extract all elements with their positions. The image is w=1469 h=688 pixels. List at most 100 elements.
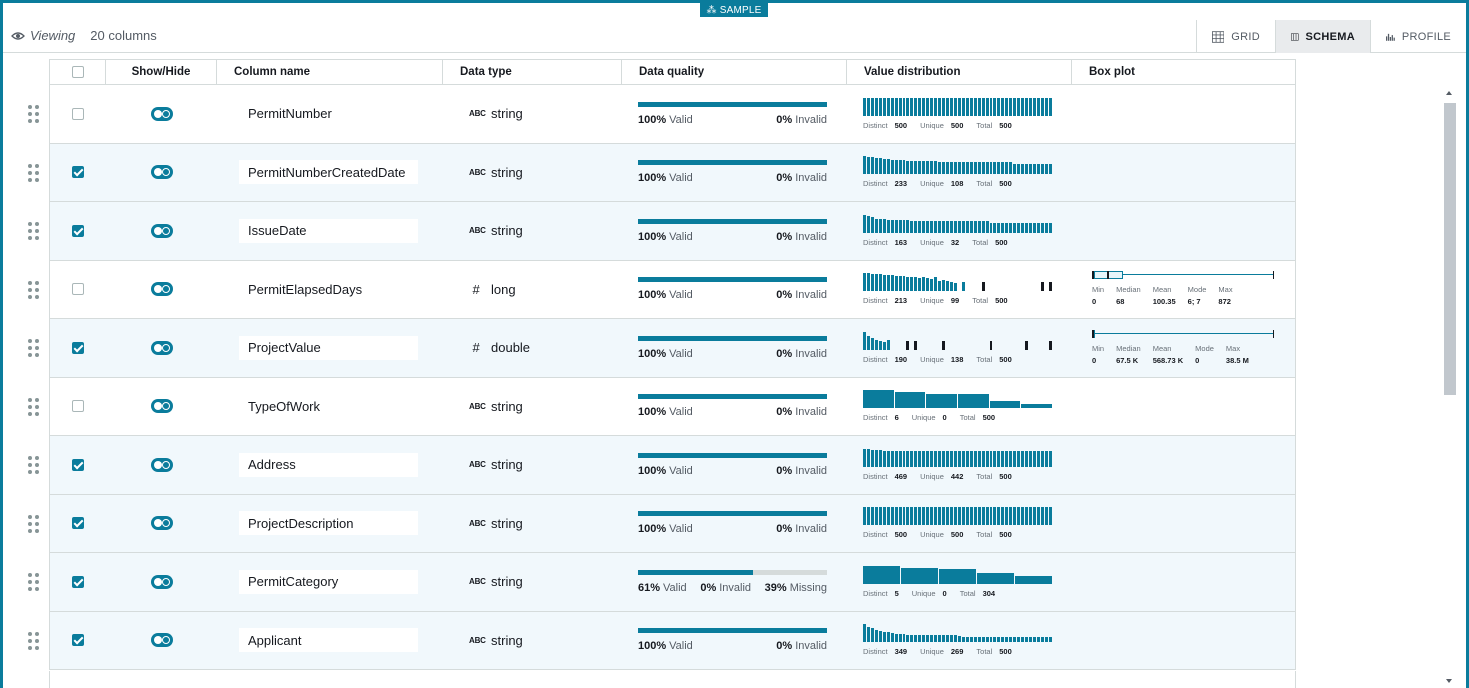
drag-handle-icon[interactable] (28, 631, 39, 650)
histogram-bar (997, 450, 1001, 467)
data-quality-cell: 100% Valid 0% Invalid (622, 261, 847, 319)
distribution-histogram[interactable] (863, 273, 1052, 292)
visibility-toggle[interactable] (150, 340, 173, 355)
tab-schema[interactable]: SCHEMA (1275, 20, 1370, 53)
distribution-histogram[interactable] (863, 97, 1052, 116)
histogram-bar (953, 97, 957, 116)
column-name-input[interactable]: PermitNumberCreatedDate (239, 160, 418, 185)
distribution-histogram[interactable] (863, 156, 1052, 175)
visibility-toggle[interactable] (150, 457, 173, 472)
visibility-toggle[interactable] (150, 106, 173, 121)
data-type-cell[interactable]: ABC string (443, 553, 622, 611)
row-select-cell (50, 495, 106, 553)
column-name-input[interactable]: ProjectValue (239, 335, 418, 360)
visibility-toggle[interactable] (150, 633, 173, 648)
header-value-distribution[interactable]: Value distribution (847, 60, 1072, 84)
histogram-bar (1017, 164, 1021, 175)
drag-handle-icon[interactable] (28, 105, 39, 123)
row-checkbox[interactable] (72, 341, 84, 354)
drag-handle-icon[interactable] (28, 514, 39, 533)
drag-handle-icon[interactable] (28, 222, 39, 240)
histogram-bar (886, 97, 890, 116)
select-all-checkbox[interactable] (71, 66, 84, 78)
scroll-down-arrow-icon[interactable] (1446, 679, 1452, 683)
row-checkbox[interactable] (72, 166, 84, 179)
column-name-input[interactable]: PermitElapsedDays (239, 277, 418, 302)
data-type-cell[interactable]: # double (443, 319, 622, 377)
histogram-bar (863, 214, 866, 233)
scroll-up-arrow-icon[interactable] (1446, 91, 1452, 95)
data-type-cell[interactable]: ABC string (443, 495, 622, 553)
row-checkbox[interactable] (72, 634, 84, 647)
data-type-cell[interactable]: ABC string (443, 612, 622, 670)
row-checkbox[interactable] (72, 517, 84, 530)
histogram-bar (874, 339, 878, 350)
header-data-quality[interactable]: Data quality (622, 60, 847, 84)
histogram-bar (1025, 97, 1029, 116)
visibility-toggle[interactable] (150, 223, 173, 238)
string-type-icon: ABC (469, 167, 486, 177)
data-type-cell[interactable]: # long (443, 261, 622, 319)
drag-handle-icon[interactable] (28, 573, 39, 591)
column-name-input[interactable]: PermitCategory (239, 569, 418, 594)
drag-handle-icon[interactable] (28, 163, 39, 182)
header-show-hide[interactable]: Show/Hide (106, 60, 217, 84)
drag-handle-icon[interactable] (28, 339, 39, 357)
visibility-toggle[interactable] (150, 282, 173, 297)
data-type-cell[interactable]: ABC string (443, 202, 622, 260)
visibility-toggle[interactable] (150, 399, 173, 414)
box-plot[interactable] (1092, 329, 1274, 338)
column-name-input[interactable]: Applicant (239, 628, 418, 653)
data-type-cell[interactable]: ABC string (443, 85, 622, 143)
row-checkbox[interactable] (72, 458, 84, 471)
string-type-icon: ABC (469, 577, 486, 587)
histogram-bar (926, 450, 930, 467)
data-quality-cell: 100% Valid 0% Invalid (622, 202, 847, 260)
distribution-histogram[interactable] (863, 390, 1053, 409)
visibility-toggle[interactable] (150, 516, 173, 531)
histogram-bar (902, 276, 906, 292)
histogram-bar (890, 160, 894, 175)
row-checkbox[interactable] (72, 575, 84, 588)
distribution-histogram[interactable] (863, 565, 1052, 584)
box-plot[interactable] (1092, 271, 1274, 280)
header-box-plot[interactable]: Box plot (1072, 60, 1295, 84)
histogram-bar (1021, 164, 1025, 175)
vertical-scrollbar[interactable] (1444, 89, 1456, 685)
histogram-bar (946, 281, 949, 292)
column-name-input[interactable]: Address (239, 452, 418, 477)
column-name-input[interactable]: PermitNumber (239, 101, 418, 126)
drag-handle-icon[interactable] (28, 397, 39, 416)
tab-grid[interactable]: GRID (1196, 20, 1275, 53)
histogram-bar (938, 220, 942, 233)
row-checkbox[interactable] (72, 224, 84, 237)
histogram-bar (981, 637, 985, 643)
histogram-bar (1013, 450, 1017, 467)
distribution-histogram[interactable] (863, 331, 1052, 350)
data-type-cell[interactable]: ABC string (443, 144, 622, 202)
visibility-toggle[interactable] (150, 574, 173, 589)
drag-handle-icon[interactable] (28, 280, 39, 299)
column-name-input[interactable]: ProjectDescription (239, 511, 418, 536)
distribution-histogram[interactable] (863, 214, 1052, 233)
row-select-cell (50, 202, 106, 260)
data-type-cell[interactable]: ABC string (443, 378, 622, 436)
data-type-cell[interactable]: ABC string (443, 436, 622, 494)
string-type-icon: ABC (469, 401, 486, 411)
header-column-name[interactable]: Column name (217, 60, 443, 84)
histogram-bar (1029, 164, 1032, 175)
drag-handle-icon[interactable] (28, 456, 39, 474)
histogram-bar (977, 637, 981, 643)
distribution-histogram[interactable] (863, 507, 1052, 526)
row-checkbox[interactable] (72, 107, 84, 120)
visibility-toggle[interactable] (150, 165, 173, 180)
distribution-histogram[interactable] (863, 624, 1052, 643)
row-checkbox[interactable] (72, 400, 84, 413)
distribution-histogram[interactable] (863, 448, 1052, 467)
header-data-type[interactable]: Data type (443, 60, 622, 84)
scrollbar-thumb[interactable] (1444, 103, 1456, 395)
column-name-input[interactable]: IssueDate (239, 218, 418, 243)
column-name-input[interactable]: TypeOfWork (239, 394, 418, 419)
tab-profile[interactable]: PROFILE (1370, 20, 1466, 53)
row-checkbox[interactable] (72, 283, 84, 296)
